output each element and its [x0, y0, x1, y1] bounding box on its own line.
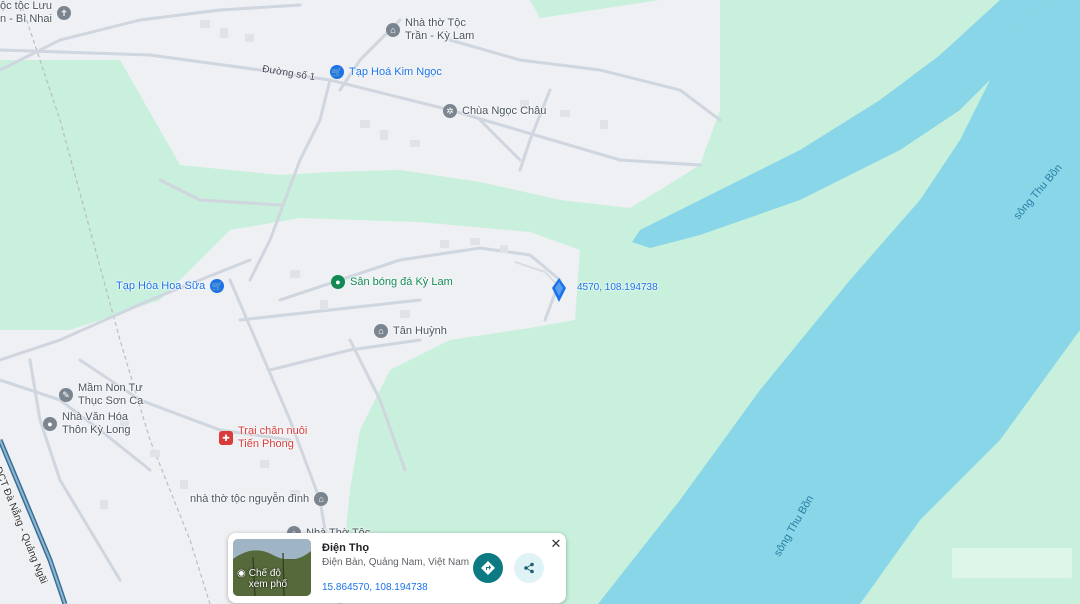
poi-label: Nhà Văn Hóa Thôn Kỳ Long	[62, 411, 131, 436]
dropped-pin-coords: 4570, 108.194738	[577, 282, 658, 293]
shopping-cart-icon: 🛒	[330, 65, 344, 79]
farm-icon: ✚	[219, 431, 233, 445]
poi-label: Nhà thờ Tộc Trần - Kỳ Lam	[405, 17, 475, 42]
place-coords[interactable]: 15.864570, 108.194738	[322, 582, 428, 593]
poi-toc-luu-bi-nhai[interactable]: ✝ ộc tộc Lưu n - Bì Nhai	[0, 0, 72, 26]
poi-nha-tho-toc-nguyen-dinh[interactable]: ⌂ nhà thờ tộc nguyễn đình	[190, 492, 329, 506]
building-icon: ⌂	[374, 324, 388, 338]
close-icon[interactable]: ✕	[548, 536, 564, 552]
poi-tan-huynh[interactable]: ⌂ Tân Huỳnh	[374, 324, 447, 338]
map-canvas[interactable]	[0, 0, 1080, 604]
place-subtitle: Điện Bàn, Quảng Nam, Việt Nam	[322, 557, 470, 568]
place-card[interactable]: ◉ Chế độ xem phố Điện Thọ Điện Bàn, Quản…	[228, 533, 566, 603]
poi-chua-ngoc-chau[interactable]: ✲ Chùa Ngọc Châu	[443, 104, 546, 118]
street-view-icon: ◉	[237, 568, 246, 579]
street-view-label: ◉ Chế độ xem phố	[237, 568, 288, 590]
building-icon: ⌂	[386, 23, 400, 37]
poi-label: Trại chăn nuôi Tiến Phong	[238, 425, 308, 450]
poi-label: nhà thờ tộc nguyễn đình	[190, 492, 310, 505]
cross-icon: ✝	[57, 6, 72, 20]
directions-button[interactable]	[473, 553, 503, 583]
poi-mam-non-son-ca[interactable]: ✎ Mầm Non Tư Thục Sơn Ca	[59, 382, 143, 408]
dropped-pin-marker[interactable]	[552, 278, 566, 302]
temple-icon: ✲	[443, 104, 457, 118]
building-icon: ⌂	[314, 492, 329, 506]
sports-icon: ●	[331, 275, 345, 289]
directions-icon	[481, 561, 495, 575]
share-button[interactable]	[514, 553, 544, 583]
poi-nha-van-hoa-ky-long[interactable]: ● Nhà Văn Hóa Thôn Kỳ Long	[43, 411, 131, 437]
poi-label: Chùa Ngọc Châu	[462, 104, 547, 117]
school-icon: ✎	[59, 388, 73, 402]
poi-label: Tạp Hóa Hoa Sữa	[116, 279, 206, 292]
poi-tap-hoa-hoa-sua[interactable]: 🛒 Tạp Hóa Hoa Sữa	[116, 279, 225, 293]
poi-nha-tho-toc-tran[interactable]: ⌂ Nhà thờ Tộc Trần - Kỳ Lam	[386, 17, 474, 43]
landmark-icon: ●	[43, 417, 57, 431]
poi-san-bong-da-ky-lam[interactable]: ● Sân bóng đá Kỳ Lam	[331, 275, 453, 289]
poi-label: Tạp Hoá Kim Ngọc	[349, 65, 442, 78]
street-view-thumbnail[interactable]: ◉ Chế độ xem phố	[233, 539, 311, 596]
poi-label: ộc tộc Lưu n - Bì Nhai	[0, 0, 53, 25]
poi-label: Tân Huỳnh	[393, 324, 447, 337]
poi-trai-chan-nuoi-tien-phong[interactable]: ✚ Trại chăn nuôi Tiến Phong	[219, 425, 307, 451]
poi-label: Sân bóng đá Kỳ Lam	[350, 275, 453, 288]
shopping-cart-icon: 🛒	[210, 279, 225, 293]
share-icon	[524, 562, 534, 574]
map-control-placeholder	[952, 548, 1072, 578]
poi-label: Mầm Non Tư Thục Sơn Ca	[78, 382, 144, 407]
poi-tap-hoa-kim-ngoc[interactable]: 🛒 Tạp Hoá Kim Ngọc	[330, 65, 442, 79]
place-title: Điện Thọ	[322, 542, 370, 554]
